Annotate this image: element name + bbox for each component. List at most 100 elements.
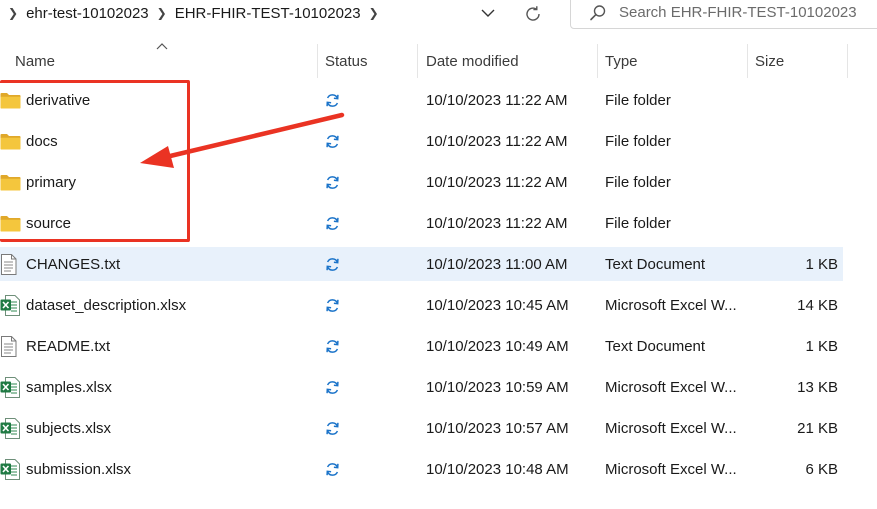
file-type: Text Document <box>605 255 706 273</box>
refresh-button[interactable] <box>522 3 544 25</box>
column-divider[interactable] <box>317 44 318 78</box>
file-name[interactable]: CHANGES.txt <box>26 247 120 281</box>
file-size: 1 KB <box>805 255 838 273</box>
file-size: 21 KB <box>797 419 838 437</box>
column-header-date[interactable]: Date modified <box>426 44 596 78</box>
sync-icon <box>322 83 342 117</box>
file-name[interactable]: source <box>26 206 71 240</box>
folder-row[interactable]: derivative 10/10/2023 11:22 AM File folde… <box>0 83 843 117</box>
excel-file-icon <box>0 288 22 322</box>
file-size: 6 KB <box>805 460 838 478</box>
breadcrumb-separator-icon[interactable]: ❯ <box>149 6 175 20</box>
folder-row[interactable]: primary 10/10/2023 11:22 AM File folder <box>0 165 843 199</box>
file-type: File folder <box>605 91 671 109</box>
sync-icon <box>322 288 342 322</box>
file-size <box>740 124 838 158</box>
file-row[interactable]: CHANGES.txt 10/10/2023 11:00 AM Text Docu… <box>0 247 843 281</box>
folder-icon <box>0 124 22 158</box>
file-type: Microsoft Excel W... <box>605 460 737 478</box>
file-size: 14 KB <box>797 296 838 314</box>
column-header-size[interactable]: Size <box>755 44 845 78</box>
folder-icon <box>0 83 22 117</box>
text-file-icon <box>0 329 22 363</box>
file-name[interactable]: submission.xlsx <box>26 452 131 486</box>
file-type: Microsoft Excel W... <box>605 378 737 396</box>
sync-icon <box>322 370 342 404</box>
column-header-status-label: Status <box>325 52 368 70</box>
file-size: 13 KB <box>797 378 838 396</box>
search-input[interactable] <box>619 4 869 21</box>
column-header-name-label: Name <box>15 52 56 70</box>
file-type: Microsoft Excel W... <box>605 296 737 314</box>
column-divider[interactable] <box>847 44 848 78</box>
folder-icon <box>0 165 22 199</box>
column-header-size-label: Size <box>755 52 785 70</box>
file-size <box>740 165 838 199</box>
column-divider[interactable] <box>747 44 748 78</box>
sync-icon <box>322 411 342 445</box>
breadcrumb: ❯ ehr-test-10102023 ❯ EHR-FHIR-TEST-1010… <box>0 0 555 26</box>
sync-icon <box>322 206 342 240</box>
file-date-modified: 10/10/2023 11:00 AM <box>426 255 568 273</box>
sync-icon <box>322 452 342 486</box>
column-header-date-label: Date modified <box>426 52 519 70</box>
file-name[interactable]: derivative <box>26 83 90 117</box>
column-divider[interactable] <box>597 44 598 78</box>
column-header-row: Name Status Date modified Type Size <box>0 44 877 78</box>
file-size: 1 KB <box>805 337 838 355</box>
file-row[interactable]: README.txt 10/10/2023 10:49 AM Text Docum… <box>0 329 843 363</box>
file-date-modified: 10/10/2023 11:22 AM <box>426 173 568 191</box>
sync-icon <box>322 247 342 281</box>
folder-row[interactable]: docs 10/10/2023 11:22 AM File folder <box>0 124 843 158</box>
file-row[interactable]: dataset_description.xlsx 10/10/2023 10:4… <box>0 288 843 322</box>
file-name[interactable]: subjects.xlsx <box>26 411 111 445</box>
column-header-type-label: Type <box>605 52 638 70</box>
text-file-icon <box>0 247 22 281</box>
file-type: File folder <box>605 214 671 232</box>
sync-icon <box>322 165 342 199</box>
folder-row[interactable]: source 10/10/2023 11:22 AM File folder <box>0 206 843 240</box>
excel-file-icon <box>0 370 22 404</box>
file-size <box>740 83 838 117</box>
excel-file-icon <box>0 452 22 486</box>
file-date-modified: 10/10/2023 10:49 AM <box>426 337 569 355</box>
column-header-name[interactable]: Name <box>15 44 315 78</box>
file-row[interactable]: samples.xlsx 10/10/2023 10:59 AM Microsof… <box>0 370 843 404</box>
breadcrumb-separator-icon[interactable]: ❯ <box>0 6 26 20</box>
address-toolbar: ❯ ehr-test-10102023 ❯ EHR-FHIR-TEST-1010… <box>0 0 877 32</box>
file-name[interactable]: primary <box>26 165 76 199</box>
file-name[interactable]: README.txt <box>26 329 110 363</box>
address-history-dropdown-button[interactable] <box>478 3 498 23</box>
sync-icon <box>322 124 342 158</box>
file-row[interactable]: subjects.xlsx 10/10/2023 10:57 AM Microso… <box>0 411 843 445</box>
file-name[interactable]: samples.xlsx <box>26 370 112 404</box>
file-type: Text Document <box>605 337 706 355</box>
file-date-modified: 10/10/2023 10:59 AM <box>426 378 569 396</box>
breadcrumb-item-parent[interactable]: ehr-test-10102023 <box>26 5 149 22</box>
column-header-type[interactable]: Type <box>605 44 745 78</box>
file-name[interactable]: dataset_description.xlsx <box>26 288 186 322</box>
sync-icon <box>322 329 342 363</box>
file-date-modified: 10/10/2023 10:48 AM <box>426 460 569 478</box>
breadcrumb-item-current[interactable]: EHR-FHIR-TEST-10102023 <box>175 5 361 22</box>
file-type: File folder <box>605 132 671 150</box>
file-type: Microsoft Excel W... <box>605 419 737 437</box>
breadcrumb-separator-icon[interactable]: ❯ <box>361 6 387 20</box>
search-box[interactable] <box>570 0 877 29</box>
refresh-icon <box>526 6 540 21</box>
search-icon <box>589 4 607 22</box>
file-size <box>740 206 838 240</box>
file-date-modified: 10/10/2023 11:22 AM <box>426 91 568 109</box>
file-type: File folder <box>605 173 671 191</box>
column-header-status[interactable]: Status <box>325 44 415 78</box>
excel-file-icon <box>0 411 22 445</box>
file-name[interactable]: docs <box>26 124 58 158</box>
folder-icon <box>0 206 22 240</box>
file-date-modified: 10/10/2023 10:57 AM <box>426 419 569 437</box>
file-date-modified: 10/10/2023 10:45 AM <box>426 296 569 314</box>
file-date-modified: 10/10/2023 11:22 AM <box>426 132 568 150</box>
column-divider[interactable] <box>417 44 418 78</box>
file-row[interactable]: submission.xlsx 10/10/2023 10:48 AM Micro… <box>0 452 843 486</box>
file-date-modified: 10/10/2023 11:22 AM <box>426 214 568 232</box>
chevron-down-icon <box>481 9 495 17</box>
